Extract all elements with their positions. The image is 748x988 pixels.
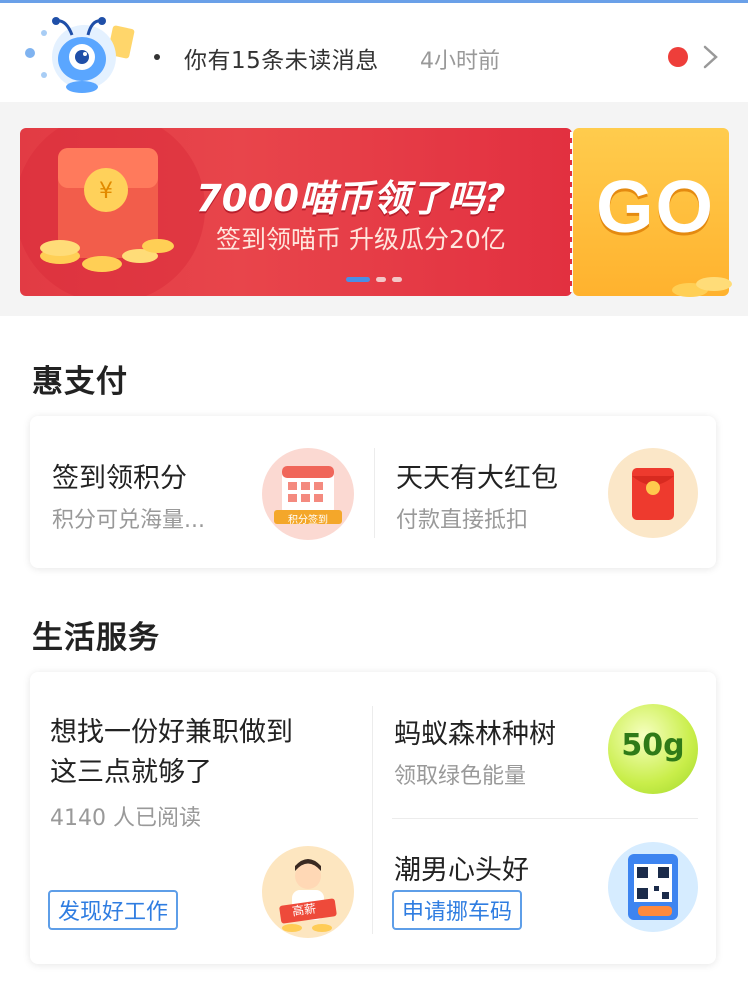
red-envelope-icon	[608, 448, 698, 538]
item-subtitle: 积分可兑海量...	[52, 508, 205, 533]
message-time: 4小时前	[420, 49, 500, 74]
read-count: 4140 人已阅读	[50, 806, 201, 831]
go-label: GO	[596, 165, 716, 248]
pager-dot	[376, 277, 386, 282]
notification-bar[interactable]: 你有15条未读消息 4小时前	[0, 0, 748, 102]
energy-amount: 50g	[621, 728, 685, 763]
red-dot-icon	[668, 47, 688, 67]
item-title: 签到领积分	[52, 463, 187, 494]
qr-code-icon	[608, 842, 698, 932]
energy-ball-icon: 50g	[608, 704, 698, 794]
item-subtitle: 付款直接抵扣	[396, 508, 529, 533]
item-title: 蚂蚁森林种树	[394, 719, 556, 750]
article-title-line2: 这三点就够了	[50, 757, 212, 788]
find-job-tag[interactable]: 发现好工作	[48, 890, 179, 930]
apply-car-code-tag[interactable]: 申请挪车码	[392, 890, 523, 930]
pager-dot-active	[346, 277, 370, 282]
unread-message-text: 你有15条未读消息	[184, 48, 379, 74]
icon-caption: 积分签到	[288, 515, 328, 526]
chevron-right-icon[interactable]	[699, 43, 723, 71]
bullet-dot	[154, 54, 160, 60]
coins-icon	[672, 277, 732, 297]
icon-caption: 高薪	[291, 901, 317, 919]
banner-subtitle: 签到领喵币 升级瓜分20亿	[216, 225, 506, 254]
item-title: 潮男心头好	[394, 855, 529, 886]
article-title-line1: 想找一份好兼职做到	[50, 717, 293, 748]
calendar-checkin-icon: 积分签到	[262, 448, 354, 540]
section-title-pay: 惠支付	[32, 364, 128, 400]
red-envelope-coins-icon: ¥	[40, 148, 174, 272]
job-person-icon: 高薪	[262, 846, 354, 938]
svg-text:¥: ¥	[99, 179, 113, 204]
item-title: 天天有大红包	[396, 463, 558, 494]
pager-dot	[392, 277, 402, 282]
section-title-life: 生活服务	[32, 620, 160, 656]
banner-title: 7000喵币领了吗?	[196, 177, 506, 220]
item-subtitle: 领取绿色能量	[394, 764, 527, 789]
ant-mascot-icon	[25, 17, 135, 93]
